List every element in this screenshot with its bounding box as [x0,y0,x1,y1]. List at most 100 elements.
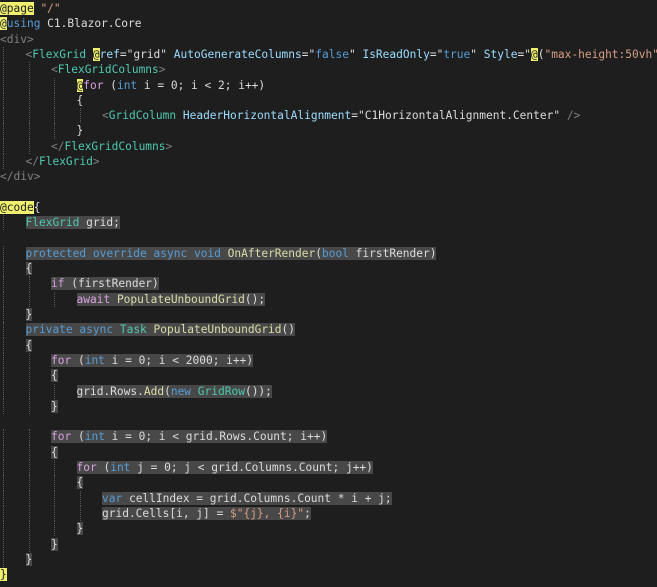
code-token-tag: < [102,109,109,123]
code-token-tag: /> [566,109,581,123]
code-token-pl: ( [164,384,171,398]
code-token-ctl: for [83,78,104,92]
code-token-pl: grid.Rows. [76,384,144,398]
code-token-pl: (); [244,292,266,306]
indent-guide [0,123,26,139]
indent-guide [51,383,77,400]
code-line[interactable]: } [0,551,33,568]
code-line[interactable]: @using C1.Blazor.Core [0,16,141,31]
code-line[interactable]: FlexGrid grid; [0,215,120,231]
code-line[interactable]: @code{ [0,200,40,215]
indent-guide [26,368,52,384]
code-line[interactable]: { [0,368,58,384]
code-token-tag: < [51,63,58,77]
indent-guide [0,138,26,155]
code-line[interactable]: grid.Cells[i, j] = $"{j}, {i}"; [0,505,311,522]
code-token-meth: Add [143,384,165,398]
code-line[interactable]: grid.Rows.Add(new GridRow()); [0,383,272,400]
code-line[interactable]: if (firstRender) [0,276,159,292]
code-line[interactable]: { [0,444,58,461]
code-token-comp: FlexGrid [32,47,87,61]
code-token-razor: @ [0,17,7,31]
code-line[interactable]: { [0,475,84,491]
code-line[interactable]: private async Task PopulateUnboundGrid() [0,322,296,338]
code-token-pl: firstRender) [348,246,437,260]
indent-guide [51,92,77,109]
code-line[interactable]: <div> [0,32,34,47]
code-token-kw: void [193,246,221,260]
code-token-kw: protected [25,246,87,260]
code-token-razor: @code [0,200,34,214]
code-line[interactable]: { [0,261,33,277]
code-token-pl: (firstRender) [64,277,159,291]
code-line[interactable]: <FlexGridColumns> [0,62,166,78]
indent-guide [51,291,77,308]
indent-guide [0,475,26,491]
code-line[interactable]: var cellIndex = grid.Columns.Count * i +… [0,490,392,507]
code-token-pl: ( [71,353,85,367]
code-token-kw: bool [321,246,349,260]
code-line[interactable]: { [0,92,83,109]
indent-guide [26,291,52,308]
code-token-pl: cellIndex = grid.Columns.Count * i + j; [122,491,392,505]
code-token-razor: @ [92,47,100,61]
code-token-attr: Style [483,47,518,61]
indent-guide [51,521,77,537]
code-line[interactable]: await PopulateUnboundGrid(); [0,291,266,308]
code-line[interactable]: @for (int i = 0; i < 2; i++) [0,77,265,94]
code-line[interactable]: for (int j = 0; j < grid.Columns.Count; … [0,460,373,476]
code-token-pl: " [470,47,478,61]
code-token-kw: int [84,430,105,444]
indent-guide [77,505,103,522]
indent-guide [0,322,26,338]
indent-guide [0,261,26,277]
code-token-pl: () [281,323,296,337]
code-token-kw: int [116,78,138,92]
code-line[interactable]: } [0,307,33,323]
code-line[interactable]: </div> [0,169,40,184]
indent-guide [51,475,77,491]
indent-guide [51,123,77,139]
indent-guide [0,337,26,354]
code-line[interactable]: <GridColumn HeaderHorizontalAlignment="C… [0,108,581,124]
code-line[interactable]: } [0,521,84,537]
code-token-comp: FlexGridColumns [57,63,159,77]
indent-guide [26,108,52,124]
indent-guide [0,490,26,507]
code-token-attr: IsReadOnly [362,47,430,61]
indent-guide [26,444,52,461]
code-token-tag: </div> [0,170,41,184]
indent-guide [0,460,26,476]
code-line[interactable]: for (int i = 0; i < grid.Rows.Count; i++… [0,429,328,445]
indent-guide [0,92,26,109]
code-line[interactable]: </FlexGrid> [0,154,100,170]
indent-guide [26,475,52,491]
code-editor[interactable]: @page "/" @using C1.Blazor.Core <div> <Flex… [0,0,657,587]
code-token-ctl: for [51,353,72,367]
code-line[interactable]: } [0,567,7,582]
code-token-str: $"{j}, {i}" [229,506,305,520]
code-token-pl: = [301,47,309,61]
code-token-type: FlexGrid [25,216,80,230]
code-token-pl: ()); [244,384,272,398]
code-line[interactable]: </FlexGridColumns> [0,138,172,155]
indent-guide [51,108,77,124]
code-line[interactable]: @page "/" [0,1,61,16]
code-token-pl: ( [96,461,111,474]
indent-guide [0,383,26,400]
code-line[interactable]: for (int i = 0; i < 2000; i++) [0,352,254,369]
code-token-pl: C1.Blazor.Core [40,17,142,31]
code-line[interactable]: <FlexGrid @ref="grid" AutoGenerateColumn… [0,46,657,63]
code-line[interactable]: protected override async void OnAfterRen… [0,245,437,262]
code-line[interactable]: } [0,123,83,139]
code-line[interactable]: } [0,398,58,415]
code-line[interactable]: } [0,536,58,553]
code-line[interactable]: { [0,337,33,354]
code-token-ctl: if [51,277,65,291]
code-token-razor: } [0,568,7,582]
